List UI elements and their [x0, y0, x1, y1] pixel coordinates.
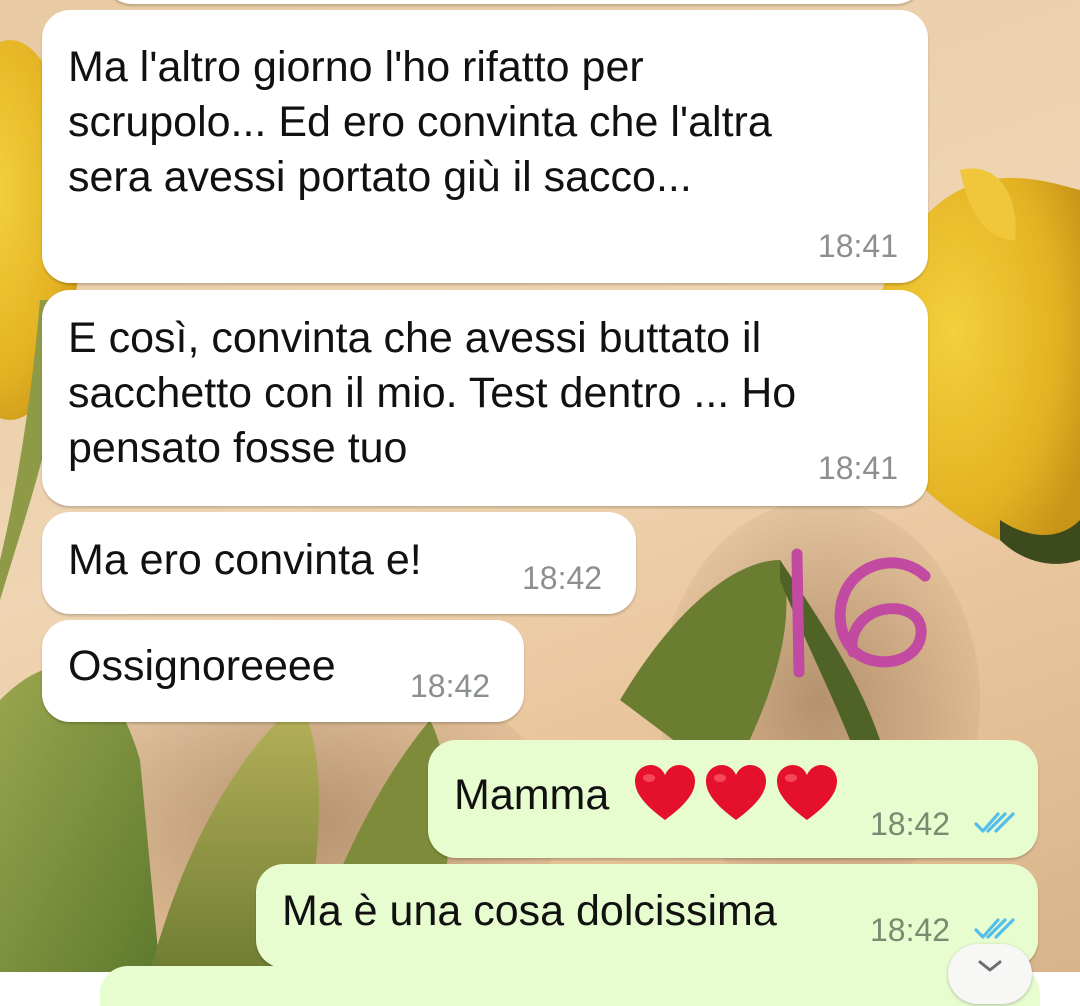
next-message-bubble[interactable] — [100, 966, 1040, 1006]
message-text: Ossignoreeee — [68, 642, 336, 690]
heart-emoji-group: ❤️❤️❤️ — [428, 740, 429, 741]
message-timestamp: 18:42 — [410, 668, 491, 704]
incoming-message-bubble[interactable]: Ma ero convinta e! 18:42 — [42, 512, 636, 614]
outgoing-message-bubble[interactable]: Ma è una cosa dolcissima 18:42 — [256, 864, 1038, 968]
double-check-icon — [974, 918, 1015, 939]
message-timestamp: 18:41 — [817, 450, 898, 486]
previous-message-bubble[interactable] — [104, 0, 924, 4]
message-text: Mamma — [454, 771, 610, 819]
incoming-message-bubble[interactable]: Ossignoreeee 18:42 — [42, 620, 524, 722]
chevron-down-icon — [978, 960, 1002, 972]
message-text: Ma l'altro giorno l'ho rifatto per scrup… — [68, 43, 772, 201]
outgoing-message-bubble[interactable]: Mamma ❤️❤️❤️ 18:42 — [428, 740, 1038, 858]
scroll-down-button[interactable] — [948, 944, 1032, 1004]
message-timestamp: 18:42 — [870, 806, 951, 842]
handwritten-16-annotation — [791, 548, 931, 678]
heart-emoji-icon — [706, 765, 766, 820]
double-check-icon — [974, 812, 1015, 833]
message-timestamp: 18:41 — [817, 228, 898, 264]
message-text: E così, convinta che avessi buttato il s… — [68, 314, 797, 472]
heart-emoji-icon — [777, 765, 837, 820]
message-timestamp: 18:42 — [870, 912, 951, 948]
message-text: Ma è una cosa dolcissima — [282, 887, 777, 935]
message-timestamp: 18:42 — [522, 560, 603, 596]
incoming-message-bubble[interactable]: Ma l'altro giorno l'ho rifatto per scrup… — [42, 10, 928, 283]
incoming-message-bubble[interactable]: E così, convinta che avessi buttato il s… — [42, 290, 928, 506]
message-text: Ma ero convinta e! — [68, 536, 422, 584]
heart-emoji-icon — [635, 765, 695, 820]
